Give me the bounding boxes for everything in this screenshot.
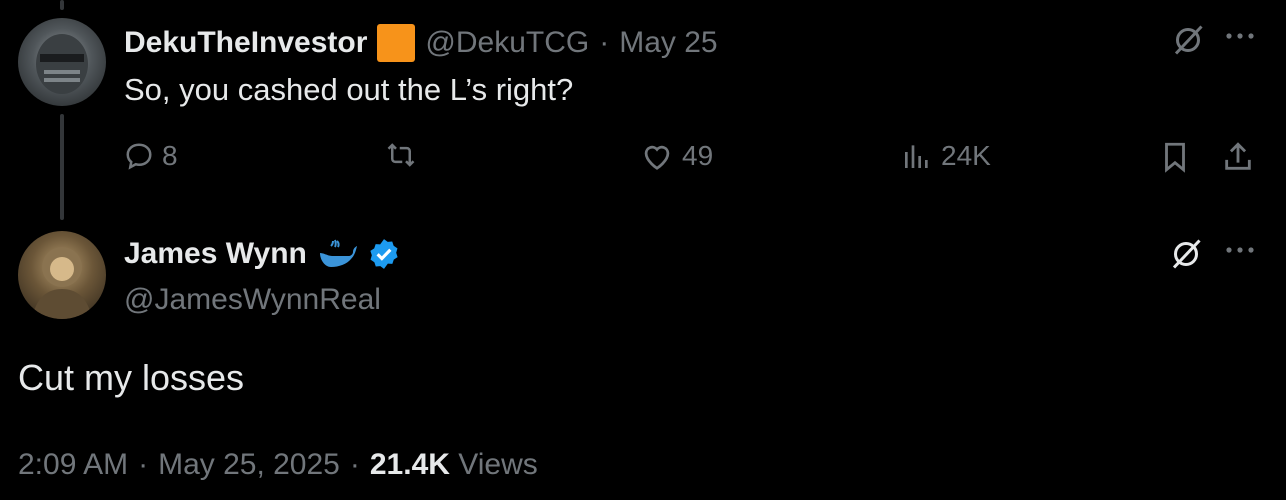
whale-icon [319,239,357,267]
grok-icon [1172,239,1201,269]
separator: · [599,26,610,59]
views-button[interactable]: 24K [901,140,991,172]
separator: · [138,448,149,481]
retweet-icon [387,143,415,167]
grok-icon [1174,25,1203,55]
handle[interactable]: @DekuTCG [425,26,589,60]
analytics-icon [905,145,928,168]
views-label: Views [458,448,538,481]
more-icon [1226,33,1254,39]
grok-button[interactable] [1170,22,1206,58]
separator: · [349,448,360,481]
thread-line [60,114,64,220]
display-name[interactable]: James Wynn [124,237,307,271]
tweet-time[interactable]: 2:09 AM [18,448,128,482]
more-icon [1226,247,1254,253]
verified-badge-icon[interactable] [367,237,401,271]
share-button[interactable] [1222,140,1254,174]
retweet-button[interactable] [383,140,427,170]
views-link[interactable]: 21.4K Views [370,448,538,482]
thread-line-top [60,0,64,10]
more-options-button[interactable] [1224,244,1256,256]
like-button[interactable]: 49 [640,140,713,172]
tweet-text: Cut my losses [18,357,245,398]
reply-header: DekuTheInvestor @DekuTCG · May 25 [124,24,718,62]
avatar[interactable] [18,231,106,319]
main-header: James Wynn [124,237,401,271]
reply-icon [126,143,152,170]
reply-count: 8 [162,140,178,171]
helmet-avatar-icon [36,34,88,94]
reply-button[interactable]: 8 [124,140,178,172]
display-name[interactable]: DekuTheInvestor [124,26,367,60]
views-count: 21.4K [369,448,450,481]
avatar[interactable] [18,18,106,106]
orange-square-badge-icon [377,24,416,62]
astronaut-avatar-icon [32,247,92,319]
like-count: 49 [682,140,714,171]
reply-text: So, you cashed out the L’s right? [124,72,574,107]
tweet-meta: 2:09 AM · May 25, 2025 · 21.4K Views [18,448,538,482]
grok-button[interactable] [1168,236,1204,272]
views-count: 24K [941,140,991,171]
heart-icon [644,145,670,170]
share-icon [1225,142,1251,170]
bookmark-button[interactable] [1160,140,1190,174]
tweet-date[interactable]: May 25, 2025 [158,448,340,482]
bookmark-icon [1165,142,1185,173]
tweet-date[interactable]: May 25 [619,26,717,60]
more-options-button[interactable] [1224,30,1256,42]
handle[interactable]: @JamesWynnReal [124,283,381,317]
